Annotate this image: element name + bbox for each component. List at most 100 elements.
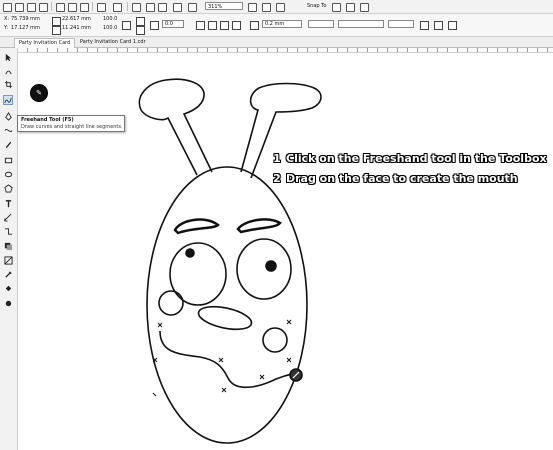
step-number: 2 xyxy=(273,172,281,185)
mouth-freehand-stroke xyxy=(159,330,297,388)
brush-icon xyxy=(5,141,11,148)
copy-icon[interactable] xyxy=(68,3,77,12)
shape-tool[interactable] xyxy=(3,66,13,76)
launch-icon[interactable] xyxy=(360,3,369,12)
smart-drawing-icon xyxy=(3,128,13,132)
chevron-down-icon[interactable] xyxy=(332,3,341,12)
freehand-tool-badge-icon: ✎ xyxy=(30,84,48,102)
polygon-tool[interactable] xyxy=(3,183,13,193)
x-position-field[interactable]: 75.739 mm xyxy=(11,16,40,22)
width-icon xyxy=(52,17,61,26)
parallel-dimension-tool[interactable] xyxy=(3,212,13,222)
left-antenna xyxy=(138,78,213,176)
interactive-fill-tool[interactable] xyxy=(3,283,13,293)
mirror-horizontal-icon[interactable] xyxy=(136,17,145,26)
transparency-icon xyxy=(3,255,13,265)
left-eyebrow xyxy=(173,218,220,235)
smoothing-icon[interactable] xyxy=(448,21,457,30)
outline-width-field[interactable]: 0.2 mm xyxy=(262,20,302,28)
rectangle-tool[interactable] xyxy=(3,155,13,165)
node-icon[interactable] xyxy=(196,21,205,30)
drop-shadow-tool[interactable] xyxy=(3,241,13,251)
grid-icon[interactable] xyxy=(276,3,285,12)
color-eyedropper-tool[interactable] xyxy=(3,269,13,279)
search-icon[interactable] xyxy=(132,3,141,12)
tooltip-title: Freehand Tool (F5) xyxy=(21,117,74,123)
y-label: Y: xyxy=(4,25,9,31)
toolbar-separator xyxy=(92,2,93,11)
artistic-media-tool[interactable] xyxy=(3,139,13,149)
app-launcher-icon[interactable] xyxy=(188,3,197,12)
connector-icon xyxy=(4,227,12,235)
line-style-select[interactable] xyxy=(338,20,384,28)
text-tool[interactable] xyxy=(3,198,13,208)
height-field[interactable]: 11.241 mm xyxy=(62,25,91,31)
pen-icon xyxy=(4,111,12,121)
left-eye xyxy=(169,242,227,306)
paste-icon[interactable] xyxy=(80,3,89,12)
scale-y-field[interactable]: 100.0 xyxy=(103,25,117,31)
y-position-field[interactable]: 17.127 mm xyxy=(11,25,40,31)
close-curve-icon[interactable] xyxy=(420,21,429,30)
open-icon[interactable] xyxy=(15,3,24,12)
tab-party-invitation-card-1[interactable]: Party Invitation Card 1.cdr xyxy=(76,38,150,47)
undo-icon[interactable] xyxy=(97,3,106,12)
property-bar: X: 75.739 mm Y: 17.127 mm 22.617 mm 11.2… xyxy=(0,14,553,37)
end-arrowhead-select[interactable] xyxy=(388,20,414,28)
rulers-icon[interactable] xyxy=(262,3,271,12)
wrap-text-icon[interactable] xyxy=(434,21,443,30)
smart-fill-tool[interactable] xyxy=(3,298,13,308)
node-icon[interactable] xyxy=(208,21,217,30)
new-document-icon[interactable] xyxy=(3,3,12,12)
settings-icon[interactable] xyxy=(346,3,355,12)
fill-icon xyxy=(5,285,11,291)
step-text: Drag on the face to create the mouth xyxy=(286,172,518,185)
instruction-step-1: 1 Click on the Freeshand tool in the Tool… xyxy=(272,152,546,165)
tooltip-description: Draw curves and straight line segments. xyxy=(21,124,123,130)
lock-ratio-icon[interactable] xyxy=(122,21,131,30)
cut-icon[interactable] xyxy=(56,3,65,12)
x-label: X: xyxy=(4,16,10,22)
print-icon[interactable] xyxy=(39,3,48,12)
start-arrowhead-select[interactable] xyxy=(308,20,334,28)
right-pupil xyxy=(265,260,277,272)
scale-x-field[interactable]: 100.0 xyxy=(103,16,117,22)
drawing-canvas[interactable] xyxy=(18,53,553,450)
shape-icon xyxy=(4,70,12,74)
rotation-angle-field[interactable]: 0.0 xyxy=(162,20,184,28)
left-cheek xyxy=(158,290,184,316)
snap-to-label[interactable]: Snap To xyxy=(307,3,326,9)
smart-drawing-tool[interactable] xyxy=(3,125,13,135)
export-icon[interactable] xyxy=(158,3,167,12)
redo-icon[interactable] xyxy=(113,3,122,12)
transparency-tool[interactable] xyxy=(3,255,13,265)
save-icon[interactable] xyxy=(27,3,36,12)
mirror-vertical-icon[interactable] xyxy=(136,26,145,35)
tab-party-invitation-card[interactable]: Party Invitation Card xyxy=(14,38,76,48)
node-icon[interactable] xyxy=(232,21,241,30)
right-cheek xyxy=(262,327,288,353)
publish-pdf-icon[interactable] xyxy=(173,3,182,12)
pen-tool[interactable] xyxy=(3,111,13,121)
node-markers xyxy=(152,319,292,397)
zoom-combo[interactable]: 311% xyxy=(205,2,243,10)
step-number: 1 xyxy=(273,152,281,165)
smart-fill-icon xyxy=(5,300,11,306)
polygon-icon xyxy=(3,183,13,193)
nose xyxy=(197,305,253,331)
ellipse-icon xyxy=(4,171,12,177)
eyedropper-icon xyxy=(4,270,12,278)
width-field[interactable]: 22.617 mm xyxy=(62,16,91,22)
left-pupil xyxy=(185,248,195,258)
standard-toolbar: 311% Snap To xyxy=(0,0,553,14)
crop-tool[interactable] xyxy=(3,79,13,89)
full-screen-icon[interactable] xyxy=(248,3,257,12)
ellipse-tool[interactable] xyxy=(3,169,13,179)
connector-tool[interactable] xyxy=(3,226,13,236)
pick-tool[interactable] xyxy=(3,52,13,62)
node-icon[interactable] xyxy=(220,21,229,30)
freehand-tool[interactable] xyxy=(3,95,13,105)
import-icon[interactable] xyxy=(146,3,155,12)
rotate-icon[interactable] xyxy=(150,21,159,30)
freehand-tool-tooltip: Freehand Tool (F5) Draw curves and strai… xyxy=(17,115,125,132)
